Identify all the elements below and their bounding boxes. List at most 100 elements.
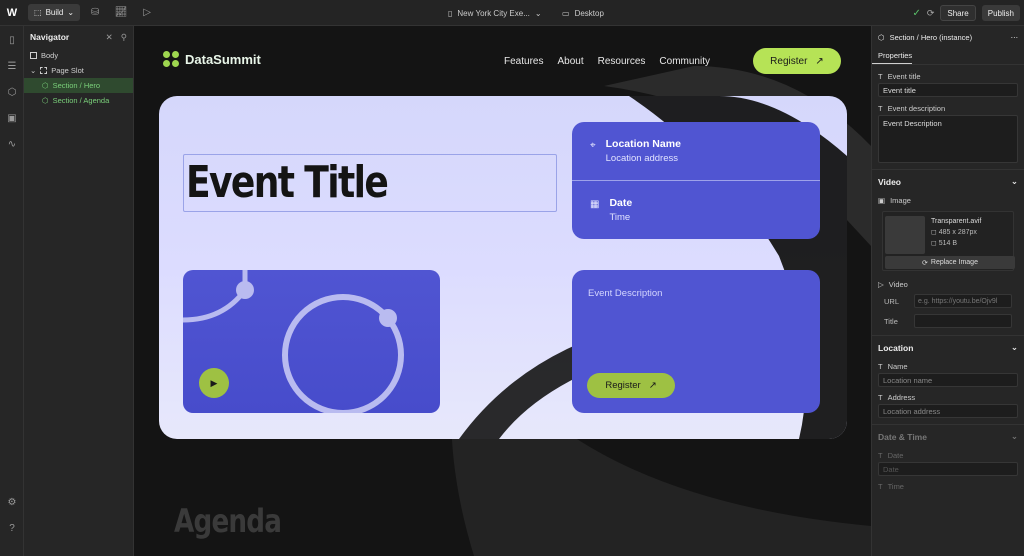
nav-link-community[interactable]: Community: [659, 56, 710, 67]
video-prop-label: ▷ Video: [872, 277, 1024, 291]
design-canvas[interactable]: DataSummit Features About Resources Comm…: [134, 26, 871, 556]
text-type-icon: T: [878, 392, 883, 402]
help-icon[interactable]: ?: [0, 516, 24, 540]
tree-item-label: Page Slot: [51, 66, 84, 75]
arrow-up-right-icon: ↗: [648, 380, 657, 391]
text-type-icon: T: [878, 103, 883, 113]
navigator-icon[interactable]: ☰: [0, 54, 24, 78]
prop-label: Address: [887, 392, 916, 402]
agenda-heading: Agenda: [174, 502, 282, 540]
tree-item-page-slot[interactable]: ⌄ Page Slot: [24, 63, 133, 78]
nav-link-about[interactable]: About: [557, 56, 583, 67]
nav-register-button[interactable]: Register ↗: [753, 48, 841, 74]
image-meta: Transparent.avif ◻ 485 x 287px ◻ 514 B: [931, 216, 981, 249]
pin-icon[interactable]: ⚲: [121, 32, 127, 43]
time-label: Time: [609, 212, 631, 223]
section-title: Video: [878, 176, 901, 187]
image-picker[interactable]: Transparent.avif ◻ 485 x 287px ◻ 514 B ⟳…: [882, 211, 1015, 271]
description-card: Event Description Register ↗: [572, 270, 820, 413]
prop-label: Event description: [887, 103, 946, 113]
site-navbar: DataSummit Features About Resources Comm…: [134, 44, 871, 76]
location-date-card: ⌖ Location Name Location address ▦ Date …: [572, 122, 820, 239]
image-filesize: 514 B: [938, 240, 958, 247]
prop-label: Event title: [887, 71, 921, 81]
play-icon[interactable]: ▷: [136, 0, 158, 26]
left-icon-rail: ▯ ☰ ⬡ ▣ ∿ ⚙ ?: [0, 26, 24, 556]
date-prop-label: T Date: [872, 448, 1024, 462]
hero-register-button[interactable]: Register ↗: [587, 373, 675, 398]
sync-icon[interactable]: ⟳: [927, 8, 935, 19]
play-button[interactable]: ▶: [199, 368, 229, 398]
properties-panel: ⬡ Section / Hero (instance) ⋯ Properties…: [871, 26, 1024, 556]
desktop-icon: ▭: [562, 8, 570, 18]
mode-dropdown[interactable]: ⬚ Build ⌄: [28, 4, 81, 21]
replace-image-button[interactable]: ⟳ Replace Image: [885, 256, 1015, 269]
event-title-box[interactable]: Event Title: [183, 154, 557, 212]
components-icon[interactable]: ⬡: [0, 80, 24, 104]
cursor-icon: ⬚: [34, 8, 42, 17]
section-title: Date & Time: [878, 431, 927, 442]
title-label: Title: [884, 316, 898, 326]
collapse-icon[interactable]: ✕: [106, 32, 113, 43]
tree-item-body[interactable]: Body: [24, 48, 133, 63]
assets-icon[interactable]: ▣: [0, 106, 24, 130]
time-prop-label: T Time: [872, 479, 1024, 493]
event-title[interactable]: Event Title: [186, 157, 389, 208]
chevron-down-icon: ⌄: [67, 8, 75, 17]
analytics-icon[interactable]: 📈︎: [110, 0, 132, 26]
map-pin-icon: ⌖: [590, 140, 596, 151]
video-card[interactable]: ▶: [183, 270, 440, 413]
more-icon[interactable]: ⋯: [1011, 33, 1019, 42]
share-button[interactable]: Share: [940, 5, 976, 21]
check-icon: ✓: [912, 7, 921, 19]
text-type-icon: T: [878, 71, 883, 81]
dimensions-icon: ◻: [931, 229, 939, 236]
refresh-icon: ⟳: [922, 259, 928, 267]
location-name-field[interactable]: Location name: [878, 373, 1018, 387]
breakpoint-selector[interactable]: ▭ Desktop: [562, 0, 604, 26]
prop-label: Time: [887, 481, 904, 491]
event-title-field[interactable]: Event title: [878, 83, 1018, 97]
section-title: Location: [878, 342, 914, 353]
hero-section[interactable]: Event Title ⌖ Location Name Location add…: [159, 96, 847, 439]
prop-label: Video: [888, 279, 908, 289]
replace-label: Replace Image: [930, 259, 978, 266]
tab-properties[interactable]: Properties: [872, 48, 912, 64]
image-thumbnail[interactable]: [885, 216, 925, 254]
date-field[interactable]: Date: [878, 462, 1018, 476]
image-dimensions: 485 x 287px: [938, 229, 977, 236]
pages-icon[interactable]: ▯: [0, 28, 24, 52]
event-title-prop-label: T Event title: [872, 69, 1024, 83]
location-address-field[interactable]: Location address: [878, 404, 1018, 418]
page-name: New York City Exe...: [457, 8, 530, 18]
nav-link-resources[interactable]: Resources: [598, 56, 646, 67]
component-icon: ⬡: [878, 32, 885, 42]
panel-header: ⬡ Section / Hero (instance) ⋯: [872, 26, 1024, 48]
video-title-input[interactable]: [914, 314, 1012, 328]
image-prop-label: ▣ Image: [872, 193, 1024, 207]
event-description-field[interactable]: Event Description: [878, 115, 1018, 163]
prop-label: Image: [890, 195, 911, 205]
video-section-header[interactable]: Video ⌄: [872, 169, 1024, 193]
app-logo[interactable]: W: [0, 0, 24, 26]
image-icon: ▣: [878, 195, 886, 205]
activity-icon[interactable]: ∿: [0, 132, 24, 156]
tree-item-label: Section / Agenda: [52, 96, 110, 105]
nav-link-features[interactable]: Features: [504, 56, 543, 67]
database-icon[interactable]: ⛁: [84, 0, 106, 26]
settings-icon[interactable]: ⚙: [0, 490, 24, 514]
location-section-header[interactable]: Location ⌄: [872, 335, 1024, 359]
register-label: Register: [605, 380, 641, 391]
site-logo[interactable]: DataSummit: [163, 51, 261, 67]
tree-item-section-hero[interactable]: ⬡ Section / Hero: [24, 78, 133, 93]
datetime-section-header[interactable]: Date & Time ⌄: [872, 424, 1024, 448]
page-icon: ▯: [448, 8, 453, 18]
component-icon: ⬡: [42, 81, 49, 90]
page-selector[interactable]: ▯ New York City Exe... ⌄: [448, 0, 542, 26]
url-input[interactable]: e.g. https://youtu.be/Ojv9l: [914, 294, 1012, 308]
tree-item-section-agenda[interactable]: ⬡ Section / Agenda: [24, 93, 133, 108]
card-divider: [572, 180, 820, 181]
event-description-prop-label: T Event description: [872, 101, 1024, 115]
publish-button[interactable]: Publish: [981, 5, 1020, 21]
brand-name: DataSummit: [185, 51, 261, 67]
